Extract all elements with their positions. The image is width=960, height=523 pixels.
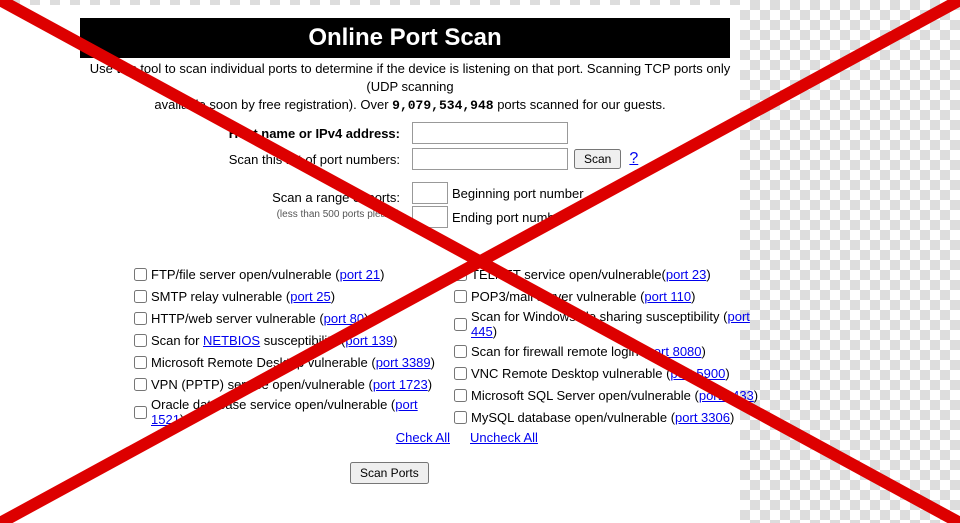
port-checkbox[interactable] <box>134 290 147 303</box>
host-label: Host name or IPv4 address: <box>229 126 400 141</box>
port-link[interactable]: port 5900 <box>670 366 725 381</box>
port-link[interactable]: port 1723 <box>373 377 428 392</box>
port-link[interactable]: port 25 <box>290 289 330 304</box>
range-label: Scan a range of ports: <box>272 190 400 205</box>
check-links: Check All Uncheck All <box>130 430 770 445</box>
port-check-item: Microsoft Remote Desktop vulnerable (por… <box>130 353 450 372</box>
port-link[interactable]: port 3389 <box>376 355 431 370</box>
page-title: Online Port Scan <box>80 18 730 58</box>
range-end-label: Ending port number <box>452 210 566 225</box>
port-check-item: VPN (PPTP) service open/vulnerable (port… <box>130 375 450 394</box>
scan-form: Host name or IPv4 address: Scan this lis… <box>80 118 740 232</box>
port-checkbox[interactable] <box>454 318 467 331</box>
scan-button-top[interactable]: Scan <box>574 149 621 169</box>
port-link[interactable]: port 23 <box>666 267 706 282</box>
port-check-item: Scan for Windows file sharing susceptibi… <box>450 309 770 339</box>
port-checkbox[interactable] <box>134 268 147 281</box>
port-checkbox[interactable] <box>134 312 147 325</box>
port-checkbox[interactable] <box>134 406 147 419</box>
range-hint: (less than 500 ports please) <box>277 209 400 220</box>
port-check-item: TELNET service open/vulnerable(port 23) <box>450 265 770 284</box>
port-link[interactable]: port 110 <box>644 289 691 304</box>
port-checkbox[interactable] <box>454 268 467 281</box>
port-link[interactable]: port 21 <box>340 267 380 282</box>
portlist-input[interactable] <box>412 148 568 170</box>
port-link[interactable]: port 445 <box>471 309 750 339</box>
port-link[interactable]: port 1433 <box>699 388 754 403</box>
help-link[interactable]: ? <box>629 150 638 168</box>
port-check-item: POP3/mail server vulnerable (port 110) <box>450 287 770 306</box>
port-checkbox[interactable] <box>454 411 467 424</box>
port-check-item: FTP/file server open/vulnerable (port 21… <box>130 265 450 284</box>
port-link[interactable]: port 1521 <box>151 397 418 427</box>
portlist-label: Scan this list of port numbers: <box>80 152 412 167</box>
port-link[interactable]: port 139 <box>345 333 393 348</box>
port-checkboxes: FTP/file server open/vulnerable (port 21… <box>130 262 770 430</box>
port-check-item: HTTP/web server vulnerable (port 80) <box>130 309 450 328</box>
port-checkbox[interactable] <box>134 356 147 369</box>
port-check-item: VNC Remote Desktop vulnerable (port 5900… <box>450 364 770 383</box>
host-input[interactable] <box>412 122 568 144</box>
port-check-item: Scan for firewall remote login (port 808… <box>450 342 770 361</box>
port-check-item: Scan for NETBIOS susceptibility (port 13… <box>130 331 450 350</box>
port-checkbox[interactable] <box>454 389 467 402</box>
port-link[interactable]: port 3306 <box>675 410 730 425</box>
port-check-item: MySQL database open/vulnerable (port 330… <box>450 408 770 427</box>
uncheck-all-link[interactable]: Uncheck All <box>470 430 538 445</box>
port-checkbox[interactable] <box>454 367 467 380</box>
range-end-input[interactable] <box>412 206 448 228</box>
port-check-item: Oracle database service open/vulnerable … <box>130 397 450 427</box>
port-checkbox[interactable] <box>134 334 147 347</box>
port-checkbox[interactable] <box>454 290 467 303</box>
check-all-link[interactable]: Check All <box>396 430 450 445</box>
port-check-item: Microsoft SQL Server open/vulnerable (po… <box>450 386 770 405</box>
port-link[interactable]: port 80 <box>324 311 364 326</box>
range-begin-label: Beginning port number <box>452 186 584 201</box>
port-checkbox[interactable] <box>134 378 147 391</box>
intro-text: Use this tool to scan individual ports t… <box>80 60 740 116</box>
port-link[interactable]: NETBIOS <box>203 333 260 348</box>
port-check-item: SMTP relay vulnerable (port 25) <box>130 287 450 306</box>
scan-ports-button[interactable]: Scan Ports <box>350 462 429 484</box>
port-checkbox[interactable] <box>454 345 467 358</box>
port-link[interactable]: port 8080 <box>647 344 702 359</box>
range-begin-input[interactable] <box>412 182 448 204</box>
